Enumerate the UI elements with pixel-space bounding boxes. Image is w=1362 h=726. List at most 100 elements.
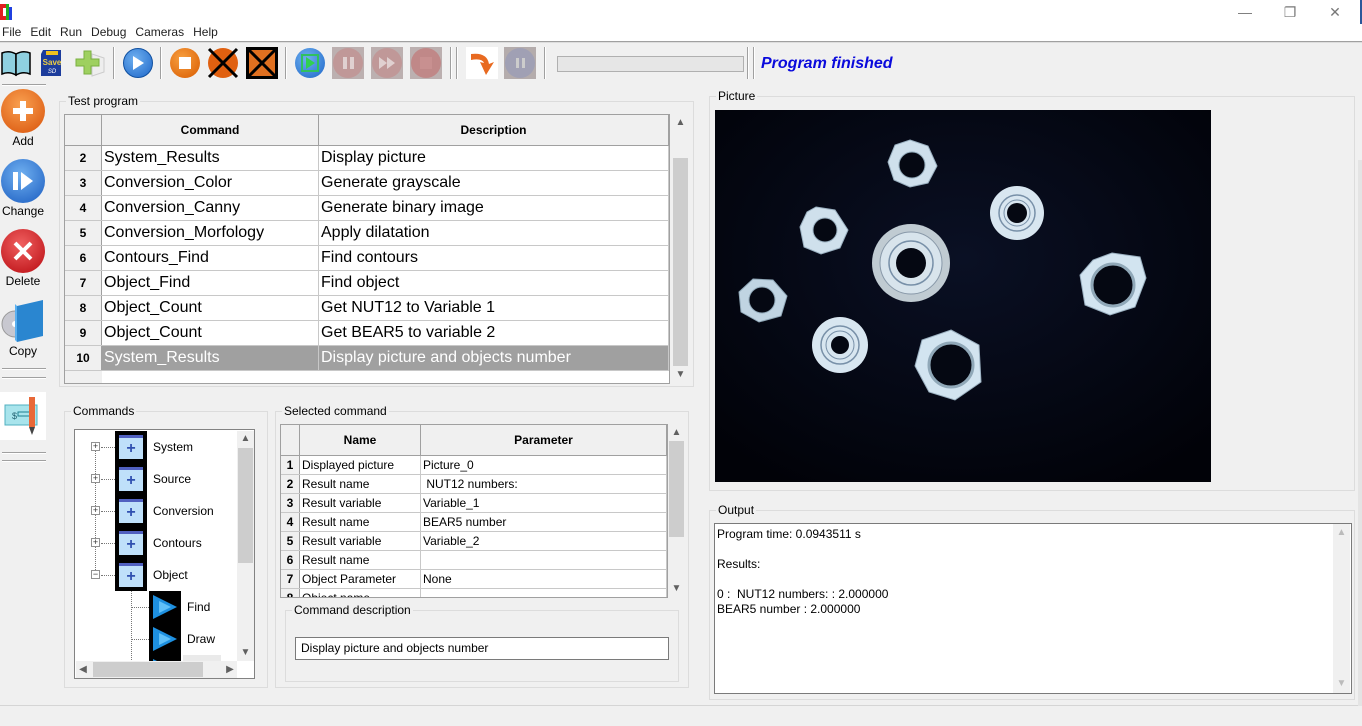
description-cell[interactable]: Get NUT12 to Variable 1 — [319, 296, 669, 320]
row-number[interactable]: 8 — [281, 589, 300, 597]
menu-help[interactable]: Help — [190, 24, 224, 42]
tree-node-draw[interactable]: Draw — [75, 623, 215, 655]
parameter-value-cell[interactable]: Variable_2 — [421, 532, 667, 550]
command-cell[interactable]: Object_Count — [102, 296, 319, 320]
row-number[interactable]: 3 — [281, 494, 300, 512]
description-cell[interactable]: Display picture — [319, 146, 669, 170]
column-header-parameter[interactable]: Parameter — [421, 425, 667, 455]
test-program-row[interactable]: 4 Conversion_Canny Generate binary image — [65, 196, 669, 221]
scrollbar-thumb[interactable] — [669, 441, 684, 537]
parameter-row[interactable]: 5 Result variable Variable_2 — [281, 532, 667, 551]
expand-icon[interactable]: + — [91, 506, 100, 515]
command-cell[interactable]: Contours_Find — [102, 246, 319, 270]
debug-run-button[interactable] — [294, 47, 326, 79]
parameter-row[interactable]: 4 Result name BEAR5 number — [281, 513, 667, 532]
parameter-value-cell[interactable]: None — [421, 570, 667, 588]
expand-icon[interactable]: + — [91, 474, 100, 483]
copy-button[interactable]: Copy — [0, 298, 46, 358]
delete-button[interactable]: Delete — [0, 228, 46, 288]
tree-hscrollbar[interactable]: ◀ ▶ — [76, 661, 237, 678]
restore-button[interactable]: ❐ — [1267, 0, 1313, 24]
scroll-up-icon[interactable]: ▲ — [1333, 527, 1350, 539]
parameter-name-cell[interactable]: Result name — [300, 551, 421, 569]
add-button[interactable]: Add — [0, 88, 46, 148]
menu-file[interactable]: File — [0, 24, 27, 42]
open-button[interactable] — [0, 47, 32, 79]
expand-icon[interactable]: + — [91, 538, 100, 547]
test-program-grid[interactable]: Command Description 2 System_Results Displ… — [64, 114, 670, 384]
column-header-description[interactable]: Description — [319, 115, 669, 145]
parameter-row[interactable]: 8 Object name — [281, 589, 667, 597]
row-number[interactable]: 9 — [65, 321, 102, 345]
run-button[interactable] — [122, 47, 154, 79]
parameter-name-cell[interactable]: Object Parameter — [300, 570, 421, 588]
row-number[interactable]: 4 — [281, 513, 300, 531]
description-cell[interactable]: Generate binary image — [319, 196, 669, 220]
command-cell[interactable]: System_Results — [102, 146, 319, 170]
row-number[interactable]: 4 — [65, 196, 102, 220]
row-number[interactable]: 2 — [281, 475, 300, 493]
description-cell[interactable]: Display picture and objects number — [319, 346, 669, 370]
parameter-value-cell[interactable] — [421, 551, 667, 569]
test-program-row[interactable]: 9 Object_Count Get BEAR5 to variable 2 — [65, 321, 669, 346]
expand-icon[interactable]: + — [91, 442, 100, 451]
row-number[interactable]: 1 — [281, 456, 300, 474]
scrollbar-thumb[interactable] — [673, 158, 688, 366]
parameter-name-cell[interactable]: Result name — [300, 513, 421, 531]
test-program-scrollbar[interactable]: ▲ ▼ — [672, 114, 689, 384]
parameter-row[interactable]: 3 Result variable Variable_1 — [281, 494, 667, 513]
command-cell[interactable]: Conversion_Morfology — [102, 221, 319, 245]
parameter-row[interactable]: 1 Displayed picture Picture_0 — [281, 456, 667, 475]
test-program-row[interactable]: 10 System_Results Display picture and obje… — [65, 346, 669, 371]
scroll-down-icon[interactable]: ▼ — [668, 583, 685, 595]
command-cell[interactable]: Conversion_Canny — [102, 196, 319, 220]
description-cell[interactable]: Apply dilatation — [319, 221, 669, 245]
tree-node-conversion[interactable]: + + Conversion — [75, 495, 214, 527]
debug-stop-button[interactable] — [410, 47, 442, 79]
close-button[interactable]: ✕ — [1312, 0, 1358, 24]
selected-command-grid[interactable]: Name Parameter 1 Displayed picture Picture… — [280, 424, 668, 598]
parameter-value-cell[interactable]: BEAR5 number — [421, 513, 667, 531]
step-button[interactable] — [371, 47, 403, 79]
stop-crossed-button[interactable] — [207, 47, 239, 79]
collapse-icon[interactable]: − — [91, 570, 100, 579]
test-program-row[interactable]: 3 Conversion_Color Generate grayscale — [65, 171, 669, 196]
selected-command-scrollbar[interactable]: ▲ ▼ — [668, 424, 685, 598]
row-number[interactable]: 5 — [281, 532, 300, 550]
test-program-row[interactable]: 6 Contours_Find Find contours — [65, 246, 669, 271]
parameter-value-cell[interactable] — [421, 589, 667, 597]
row-number[interactable]: 8 — [65, 296, 102, 320]
scroll-down-icon[interactable]: ▼ — [1333, 678, 1350, 690]
scrollbar-thumb[interactable] — [238, 448, 253, 563]
tree-node-source[interactable]: + + Source — [75, 463, 191, 495]
parameter-row[interactable]: 6 Result name — [281, 551, 667, 570]
row-number[interactable]: 6 — [281, 551, 300, 569]
scroll-up-icon[interactable]: ▲ — [237, 433, 254, 445]
row-number[interactable]: 5 — [65, 221, 102, 245]
parameter-name-cell[interactable]: Result name — [300, 475, 421, 493]
stop-all-button[interactable] — [246, 47, 278, 79]
parameter-name-cell[interactable]: Object name — [300, 589, 421, 597]
test-program-row[interactable]: 2 System_Results Display picture — [65, 146, 669, 171]
command-description-field[interactable]: Display picture and objects number — [295, 637, 669, 660]
stop-button[interactable] — [169, 47, 201, 79]
tree-node-system[interactable]: + + System — [75, 431, 193, 463]
parameter-row[interactable]: 2 Result name NUT12 numbers: — [281, 475, 667, 494]
parameter-name-cell[interactable]: Result variable — [300, 494, 421, 512]
row-number[interactable]: 10 — [65, 346, 102, 370]
tree-vscrollbar[interactable]: ▲ ▼ — [237, 431, 254, 661]
output-text-area[interactable]: Program time: 0.0943511 s Results: 0 : N… — [714, 523, 1352, 694]
row-number[interactable]: 7 — [281, 570, 300, 588]
tree-node-contours[interactable]: + + Contours — [75, 527, 202, 559]
output-scrollbar[interactable]: ▲ ▼ — [1333, 524, 1350, 693]
scroll-up-icon[interactable]: ▲ — [672, 117, 689, 129]
pause-button[interactable] — [332, 47, 364, 79]
check-button[interactable]: $ — [0, 392, 46, 440]
command-cell[interactable]: Object_Find — [102, 271, 319, 295]
parameter-value-cell[interactable]: NUT12 numbers: — [421, 475, 667, 493]
parameter-value-cell[interactable]: Variable_1 — [421, 494, 667, 512]
parameter-row[interactable]: 7 Object Parameter None — [281, 570, 667, 589]
command-cell[interactable]: System_Results — [102, 346, 319, 370]
scroll-up-icon[interactable]: ▲ — [668, 427, 685, 439]
tree-node-find[interactable]: Find — [75, 591, 210, 623]
